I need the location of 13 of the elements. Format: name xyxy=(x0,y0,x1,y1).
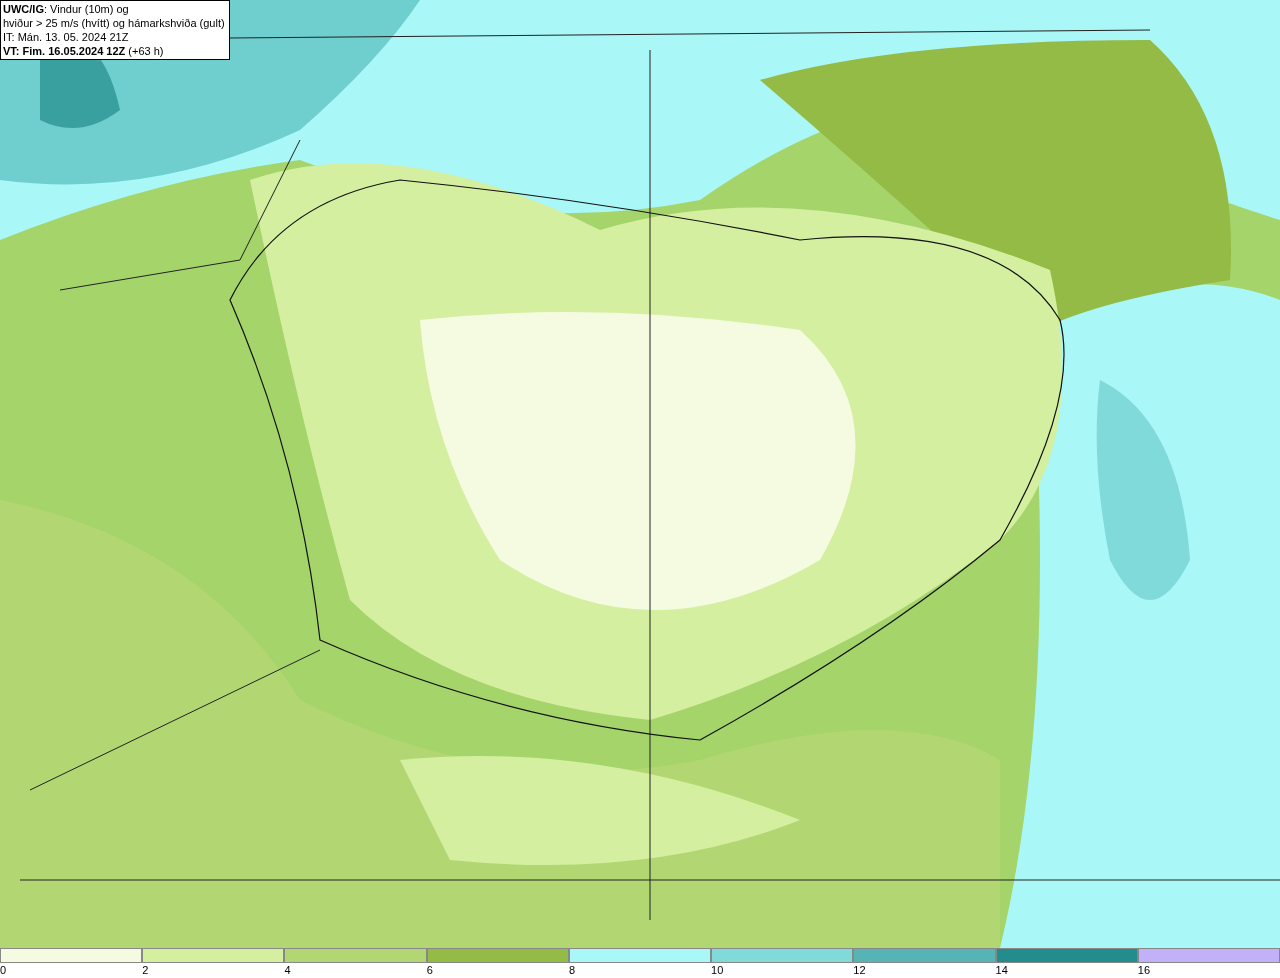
legend-label: 4 xyxy=(284,963,291,978)
legend-label: 14 xyxy=(995,963,1008,978)
info-text: hviður > 25 m/s (hvítt) og hámarkshviða (gult) xyxy=(3,16,225,30)
info-text: IT: Mán. 13. 05. 2024 21Z xyxy=(3,30,130,44)
legend-label: 10 xyxy=(711,963,724,978)
legend-label: 8 xyxy=(568,963,575,978)
info-text: UWC/IG: Vindur (10m) og xyxy=(3,2,130,16)
legend-label: 16 xyxy=(1137,963,1150,978)
legend-label: 0 xyxy=(0,963,7,978)
legend-label: 2 xyxy=(142,963,149,978)
info-text: VT: Fim. 16.05.2024 12Z (+63 h) xyxy=(3,44,165,58)
legend-label: 6 xyxy=(426,963,433,978)
legend-label: 12 xyxy=(853,963,866,978)
